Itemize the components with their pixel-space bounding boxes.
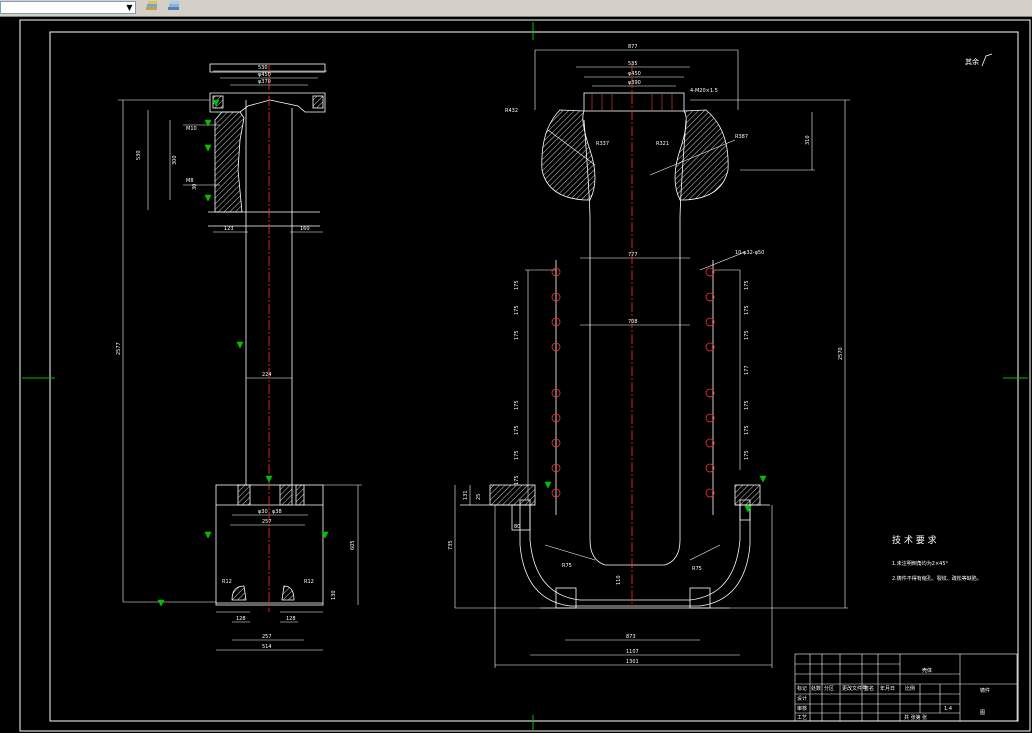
right-hole-note: 10-φ32-φ50 <box>735 250 764 256</box>
right-right-dim-6: 175 <box>744 450 750 460</box>
left-dim-lower-2: 257 <box>262 519 272 525</box>
title-block-sheet: 共 张第 张 <box>904 714 927 721</box>
right-right-dim-0: 175 <box>744 280 750 290</box>
roughness-note: 其余 <box>965 53 993 67</box>
left-section-view <box>118 63 362 651</box>
title-block-row-1: 设计 <box>797 695 807 702</box>
left-dim-side-1: 300 <box>172 155 178 165</box>
right-radius-1: R387 <box>735 134 748 140</box>
right-dim-top-3: φ390 <box>628 80 641 86</box>
left-dim-height-1: 605 <box>350 540 356 550</box>
title-block-company: 图 <box>980 710 985 716</box>
right-height-2: 310 <box>805 135 811 145</box>
right-note-top: 4-M20×1.5 <box>690 88 718 94</box>
title-block-col-0: 处数 <box>811 685 821 692</box>
right-left-dim-5: 175 <box>514 450 520 460</box>
layer-stack-icon[interactable] <box>144 0 160 14</box>
right-left-dim-2: 175 <box>514 330 520 340</box>
left-dim-lower-0: φ30 <box>258 509 268 515</box>
left-dim-bottom-top-1: 160 <box>300 226 310 232</box>
right-inner-width-1: 708 <box>628 319 638 325</box>
right-right-dim-1: 175 <box>744 305 750 315</box>
left-dim-base-0: R12 <box>222 579 232 585</box>
title-block-col-3: 签名 <box>864 685 874 692</box>
right-roughness-marks <box>544 475 767 513</box>
side-holes <box>551 267 715 498</box>
left-dim-height-0: 2577 <box>116 342 122 355</box>
center-marks <box>22 22 1028 731</box>
right-right-dim-3: 177 <box>744 365 750 375</box>
roughness-note-label: 其余 <box>965 57 979 66</box>
right-right-dim-5: 175 <box>744 425 750 435</box>
cad-toolbar: ▼ <box>0 0 1032 17</box>
left-dim-base-1: R12 <box>304 579 314 585</box>
right-left-dim-4: 175 <box>514 425 520 435</box>
left-dim-lower-1: φ38 <box>272 509 282 515</box>
right-side-dim-2: 80 <box>514 524 520 530</box>
right-height-1: 735 <box>448 540 454 550</box>
roughness-symbol-icon <box>981 53 993 67</box>
layer-dropdown[interactable]: ▼ <box>0 1 136 14</box>
left-dim-top-1: φ450 <box>258 72 271 78</box>
right-side-dim-1: 25 <box>476 494 482 500</box>
right-left-dim-0: 175 <box>514 280 520 290</box>
right-dim-top-1: 535 <box>628 61 638 67</box>
title-block-row-3: 工艺 <box>797 715 807 721</box>
right-right-dim-2: 175 <box>744 330 750 340</box>
right-bottom-dim-2: 873 <box>626 634 636 640</box>
chevron-down-icon[interactable]: ▼ <box>125 3 134 12</box>
right-radius-2: R337 <box>596 141 609 147</box>
left-dim-base-2: 128 <box>236 616 246 622</box>
title-block-row-0: 标记 <box>797 685 807 692</box>
title-block-col-4: 年月日 <box>880 685 895 692</box>
right-left-dim-6: 175 <box>514 475 520 485</box>
title-block-scale: 1:4 <box>944 706 952 712</box>
title-block-material: 铸件 <box>980 687 990 694</box>
left-dim-base-3: 128 <box>286 616 296 622</box>
title-block-col-1: 分区 <box>824 685 834 692</box>
right-right-dim-4: 175 <box>744 400 750 410</box>
right-section-view <box>454 49 850 668</box>
title-block-scale-label: 比例 <box>905 685 915 692</box>
left-dim-base-5: 514 <box>262 644 272 650</box>
right-left-dim-1: 175 <box>514 305 520 315</box>
right-radius-0: R432 <box>505 108 518 114</box>
right-bottom-dim-3: 1107 <box>626 649 639 655</box>
tech-title: 技 术 要 求 <box>892 534 937 546</box>
right-bottom-dim-0: R75 <box>562 563 572 569</box>
right-inner-width-0: 777 <box>628 252 638 258</box>
left-dim-top-2: φ370 <box>258 79 271 85</box>
left-dim-side-0: 530 <box>136 150 142 160</box>
tech-item-0: 1.未注明倒角均为2×45° <box>892 560 949 567</box>
right-dim-top-2: φ450 <box>628 71 641 77</box>
title-block-name: 壳体 <box>922 667 932 674</box>
right-bottom-dim-1: R75 <box>692 566 702 572</box>
right-dim-top-0: 877 <box>628 44 638 50</box>
right-side-dim-0: 131 <box>463 490 469 500</box>
left-dim-mid-width: 224 <box>262 372 272 378</box>
left-dim-side-3: M8 <box>186 178 194 184</box>
right-height-3: 110 <box>616 575 622 585</box>
tech-item-1: 2.铸件不得有缩孔、裂纹、疏松等缺陷。 <box>892 575 982 582</box>
left-roughness-marks <box>157 99 329 607</box>
drawing-canvas[interactable]: 530 φ450 φ370 530 300 M10 M8 30 123 160 … <box>0 16 1032 733</box>
left-dim-side-2: M10 <box>186 126 197 132</box>
right-height-0: 2570 <box>838 347 844 360</box>
right-radius-3: R321 <box>656 141 669 147</box>
left-dim-height-2: 130 <box>331 590 337 600</box>
right-left-dim-3: 175 <box>514 400 520 410</box>
inner-border <box>49 31 1019 722</box>
left-dim-base-4: 257 <box>262 634 272 640</box>
outer-border <box>19 19 1031 732</box>
title-block-row-2: 审核 <box>797 705 807 712</box>
left-dim-top-0: 530 <box>258 65 268 71</box>
left-dim-bottom-top-0: 123 <box>224 226 234 232</box>
right-bottom-dim-4: 1301 <box>626 659 639 665</box>
left-dim-side-4: 30 <box>192 184 198 190</box>
right-view-labels: 877 535 φ450 φ390 4-M20×1.5 R432 R387 R3… <box>448 44 844 665</box>
layer-properties-icon[interactable] <box>166 0 182 14</box>
technical-requirements: 技 术 要 求 1.未注明倒角均为2×45° 2.铸件不得有缩孔、裂纹、疏松等缺… <box>892 534 982 582</box>
